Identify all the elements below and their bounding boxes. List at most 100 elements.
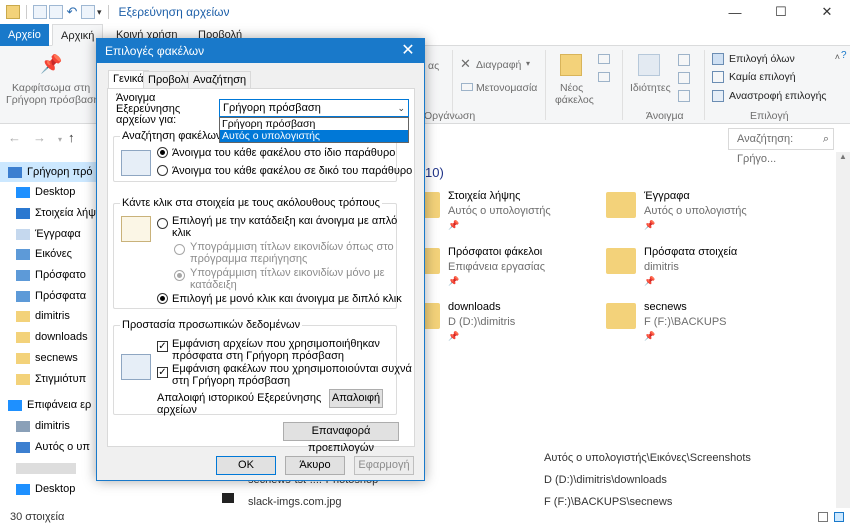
vertical-scrollbar[interactable]: ▲ xyxy=(836,152,850,508)
option-frequent-folders-line2[interactable]: στη Γρήγορη πρόσβαση xyxy=(172,375,290,387)
nav-item[interactable]: Εικόνες xyxy=(0,244,96,264)
customize-toolbar-icon[interactable]: ▾ xyxy=(97,7,102,18)
up-icon[interactable]: ↑ xyxy=(68,130,87,145)
option-underline-browser-line1[interactable]: Υπογράμμιση τίτλων εικονιδίων όπως στο xyxy=(190,241,394,253)
undo-icon[interactable]: ↶ xyxy=(65,5,79,19)
checkbox-frequent-folders[interactable]: ✓ xyxy=(157,367,168,378)
option-frequent-folders-line1[interactable]: Εμφάνιση φακέλων που χρησιμοποιούνται συ… xyxy=(172,363,412,375)
cancel-button[interactable]: Άκυρο xyxy=(285,456,345,475)
option-double-click[interactable]: Επιλογή με μονό κλικ και άνοιγμα με διπλ… xyxy=(172,293,402,305)
minimize-button[interactable]: — xyxy=(712,0,758,24)
select-all-button[interactable]: Επιλογή όλων xyxy=(729,53,795,65)
radio-underline-hover[interactable] xyxy=(174,270,185,281)
nav-item[interactable]: Πρόσφατα xyxy=(0,286,96,306)
option-single-click-line2[interactable]: κλικ xyxy=(172,227,191,239)
nav-item[interactable] xyxy=(0,458,96,478)
option-single-click-line1[interactable]: Επιλογή με την κατάδειξη και άνοιγμα με … xyxy=(172,215,397,227)
checkbox-recent-files[interactable]: ✓ xyxy=(157,341,168,352)
quick-access-tile[interactable]: secnews F (F:)\BACKUPS 📌 xyxy=(606,301,826,341)
properties-button[interactable]: Ιδιότητες xyxy=(630,82,671,94)
back-icon[interactable]: ← xyxy=(8,130,33,145)
new-folder-quick-icon[interactable] xyxy=(49,5,63,19)
open-explorer-combo[interactable]: Γρήγορη πρόσβαση ⌄ xyxy=(219,99,409,117)
nav-item[interactable]: Στιγμιότυπ xyxy=(0,369,96,389)
quick-access-tile[interactable]: downloads D (D:)\dimitris 📌 xyxy=(410,301,600,341)
radio-single-click[interactable] xyxy=(157,218,168,229)
option-same-window[interactable]: Άνοιγμα του κάθε φακέλου στο ίδιο παράθυ… xyxy=(172,147,395,159)
nav-item[interactable]: Έγγραφα xyxy=(0,224,96,244)
restore-defaults-button[interactable]: Επαναφορά προεπιλογών xyxy=(283,422,399,454)
radio-double-click[interactable] xyxy=(157,293,168,304)
details-view-icon[interactable] xyxy=(818,512,828,522)
tiles-view-icon[interactable] xyxy=(834,512,844,522)
combo-option-quick-access[interactable]: Γρήγορη πρόσβαση xyxy=(220,118,408,130)
quick-access-tile[interactable]: Πρόσφατοι φάκελοι Επιφάνεια εργασίας 📌 xyxy=(410,246,600,286)
easy-access-icon[interactable] xyxy=(598,72,610,82)
delete-icon[interactable]: ✕ xyxy=(460,56,471,72)
forward-icon[interactable]: → xyxy=(33,130,58,145)
pin-label-1[interactable]: Καρφίτσωμα στη xyxy=(12,82,90,94)
history-icon[interactable] xyxy=(678,90,690,102)
nav-item[interactable]: Πρόσφατο xyxy=(0,265,96,285)
maximize-button[interactable]: ☐ xyxy=(758,0,804,24)
nav-item[interactable]: Αυτός ο υπ xyxy=(0,437,96,457)
quick-access-tile[interactable]: Πρόσφατα στοιχεία dimitris 📌 xyxy=(606,246,826,286)
edit-icon[interactable] xyxy=(678,72,690,84)
ribbon-collapse-icon[interactable]: ˄ xyxy=(835,52,840,62)
tab-search-options[interactable]: Αναζήτηση xyxy=(188,71,252,88)
quick-access-tile[interactable]: Στοιχεία λήψης Αυτός ο υπολογιστής 📌 xyxy=(410,190,600,230)
option-underline-browser-line2[interactable]: πρόγραμμα περιήγησης xyxy=(190,253,307,265)
pin-icon[interactable]: 📌 xyxy=(40,54,62,75)
invert-selection-icon[interactable] xyxy=(712,90,724,102)
select-all-icon[interactable] xyxy=(712,53,724,65)
nav-item-label: Έγγραφα xyxy=(35,228,81,240)
nav-item[interactable]: dimitris xyxy=(0,306,96,326)
clear-history-button[interactable]: Απαλοιφή xyxy=(329,389,383,408)
invert-selection-button[interactable]: Αναστροφή επιλογής xyxy=(729,90,826,102)
delete-button[interactable]: Διαγραφή xyxy=(476,59,521,71)
radio-own-window[interactable] xyxy=(157,165,168,176)
radio-same-window[interactable] xyxy=(157,147,168,158)
help-icon[interactable]: ? xyxy=(841,50,850,62)
nav-item[interactable]: Desktop xyxy=(0,182,96,202)
nav-item[interactable]: Στοιχεία λήψ xyxy=(0,203,96,223)
quick-access-tile[interactable]: Έγγραφα Αυτός ο υπολογιστής 📌 xyxy=(606,190,826,230)
nav-item[interactable]: downloads xyxy=(0,327,96,347)
tab-file[interactable]: Αρχείο xyxy=(0,24,49,46)
rename-quick-icon[interactable] xyxy=(81,5,95,19)
option-own-window[interactable]: Άνοιγμα του κάθε φακέλου σε δικό του παρ… xyxy=(172,165,412,177)
new-folder-label-1[interactable]: Νέος xyxy=(560,82,583,94)
pin-label-2[interactable]: Γρήγορη πρόσβαση xyxy=(6,94,99,106)
open-icon[interactable] xyxy=(678,54,690,66)
nav-item[interactable]: Γρήγορη πρό xyxy=(0,162,96,182)
option-recent-files-line2[interactable]: πρόσφατα στη Γρήγορη πρόσβαση xyxy=(172,350,344,362)
new-item-icon[interactable] xyxy=(598,54,610,64)
properties-icon[interactable] xyxy=(638,54,660,76)
combo-option-this-pc[interactable]: Αυτός ο υπολογιστής xyxy=(220,130,408,142)
nav-item[interactable]: Επιφάνεια ερ xyxy=(0,395,96,415)
nav-item[interactable]: Desktop xyxy=(0,479,96,499)
option-recent-files-line1[interactable]: Εμφάνιση αρχείων που χρησιμοποιήθηκαν xyxy=(172,338,380,350)
new-folder-icon[interactable] xyxy=(560,54,582,76)
scroll-up-icon[interactable]: ▲ xyxy=(839,152,847,161)
apply-button[interactable]: Εφαρμογή xyxy=(354,456,414,475)
tile-name: downloads xyxy=(448,301,501,313)
option-underline-hover-line1[interactable]: Υπογράμμιση τίτλων εικονιδίων μόνο με xyxy=(190,267,385,279)
new-folder-label-2[interactable]: φάκελος xyxy=(555,94,594,106)
ok-button[interactable]: OK xyxy=(216,456,276,475)
properties-quick-icon[interactable] xyxy=(33,5,47,19)
rename-button[interactable]: Μετονομασία xyxy=(476,82,537,94)
recent-locations-icon[interactable]: ▾ xyxy=(58,135,62,144)
close-button[interactable]: ✕ xyxy=(804,0,850,24)
radio-underline-browser[interactable] xyxy=(174,244,185,255)
search-input[interactable]: Αναζήτηση: Γρήγο... ⌕ xyxy=(728,128,834,165)
nav-item[interactable]: dimitris xyxy=(0,416,96,436)
select-none-button[interactable]: Καμία επιλογή xyxy=(729,71,796,83)
select-none-icon[interactable] xyxy=(712,71,724,83)
file-row-2[interactable]: slack-imgs.com.jpg xyxy=(248,496,342,508)
delete-dropdown-icon[interactable]: ▾ xyxy=(526,59,530,68)
nav-item[interactable]: secnews xyxy=(0,348,96,368)
rename-icon[interactable] xyxy=(461,83,473,91)
option-underline-hover-line2[interactable]: κατάδειξη xyxy=(190,279,237,291)
dialog-close-icon[interactable]: ✕ xyxy=(396,39,420,63)
